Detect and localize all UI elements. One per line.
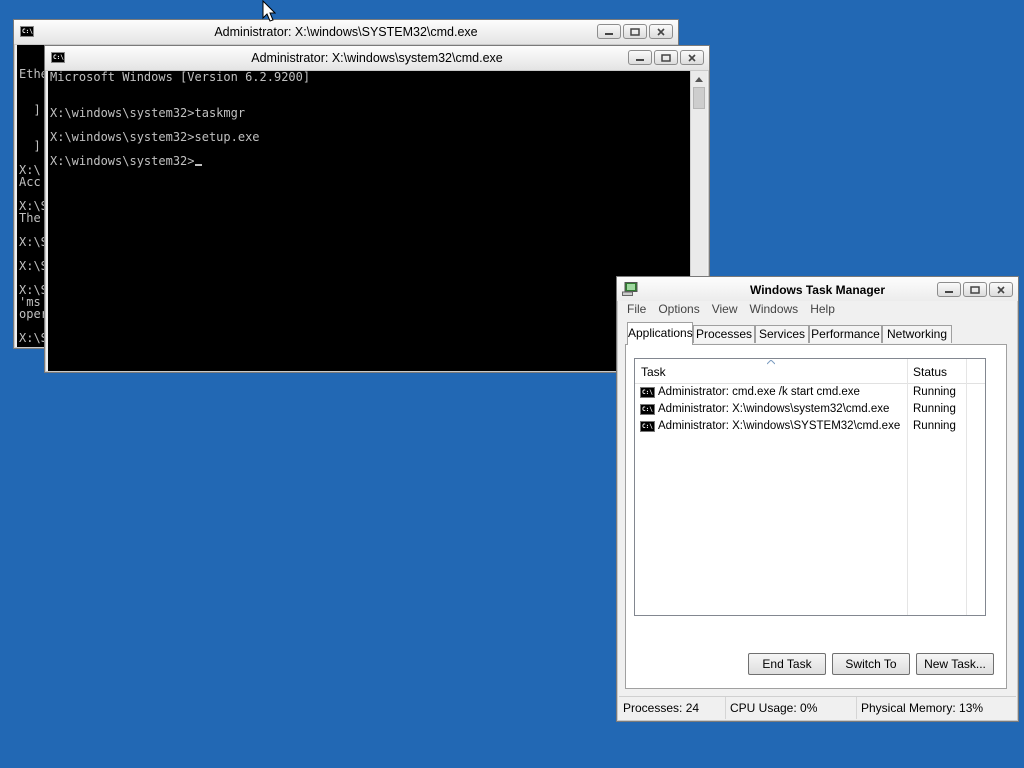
task-list[interactable]: Task Status C:\ Administrator: cmd.exe /… (634, 358, 986, 616)
console-prompt: X:\windows\system32> (50, 154, 195, 168)
front-cmd-titlebar[interactable]: C:\ Administrator: X:\windows\system32\c… (45, 46, 709, 71)
close-button[interactable] (649, 24, 673, 39)
close-icon (997, 285, 1005, 294)
scroll-thumb[interactable] (693, 87, 705, 109)
menu-help[interactable]: Help (804, 300, 841, 318)
cmd-icon: C:\ (640, 404, 655, 415)
minimize-icon (945, 290, 953, 293)
status-bar: Processes: 24 CPU Usage: 0% Physical Mem… (619, 696, 1016, 719)
console-line: ] (19, 139, 41, 153)
console-output[interactable]: Microsoft Windows [Version 6.2.9200] X:\… (48, 71, 690, 371)
list-header: Task Status (635, 359, 985, 384)
minimize-icon (605, 32, 613, 35)
task-name: Administrator: X:\windows\system32\cmd.e… (658, 403, 890, 415)
end-task-button[interactable]: End Task (748, 653, 826, 675)
minimize-button[interactable] (937, 282, 961, 297)
maximize-icon (970, 285, 980, 294)
task-status: Running (913, 386, 956, 398)
task-name: Administrator: cmd.exe /k start cmd.exe (658, 386, 860, 398)
close-button[interactable] (680, 50, 704, 65)
window-title: Administrator: X:\windows\SYSTEM32\cmd.e… (214, 25, 478, 39)
status-memory: Physical Memory: 13% (861, 701, 984, 715)
console-prompt-line[interactable]: X:\windows\system32> (50, 155, 202, 167)
menu-options[interactable]: Options (652, 300, 705, 318)
task-manager-window[interactable]: Windows Task Manager File Options View W… (616, 276, 1019, 722)
cmd-icon: C:\ (640, 387, 655, 398)
menu-windows[interactable]: Windows (744, 300, 805, 318)
table-row[interactable]: C:\ Administrator: X:\windows\SYSTEM32\c… (639, 418, 981, 435)
table-row[interactable]: C:\ Administrator: cmd.exe /k start cmd.… (639, 384, 981, 401)
close-icon (688, 53, 696, 62)
front-cmd-window[interactable]: C:\ Administrator: X:\windows\system32\c… (44, 45, 710, 373)
console-line: X:\windows\system32>taskmgr (50, 106, 246, 120)
close-icon (657, 27, 665, 36)
status-cpu: CPU Usage: 0% (726, 697, 857, 719)
tab-networking[interactable]: Networking (882, 325, 952, 343)
new-task-button[interactable]: New Task... (916, 653, 994, 675)
close-button[interactable] (989, 282, 1013, 297)
tab-processes[interactable]: Processes (693, 325, 755, 343)
sort-arrow-icon (767, 360, 775, 365)
maximize-icon (661, 53, 671, 62)
minimize-button[interactable] (628, 50, 652, 65)
scroll-up-icon (695, 76, 703, 82)
maximize-button[interactable] (623, 24, 647, 39)
switch-to-button[interactable]: Switch To (832, 653, 910, 675)
menu-bar: File Options View Windows Help (621, 300, 841, 318)
console-line: X:\windows\system32>setup.exe (50, 130, 260, 144)
minimize-button[interactable] (597, 24, 621, 39)
console-line: ] (19, 103, 41, 117)
task-manager-titlebar[interactable]: Windows Task Manager (617, 277, 1018, 301)
scroll-up-arrow[interactable] (691, 71, 707, 87)
task-status: Running (913, 420, 956, 432)
menu-file[interactable]: File (621, 300, 652, 318)
maximize-icon (630, 27, 640, 36)
tab-performance[interactable]: Performance (809, 325, 882, 343)
mouse-pointer-icon (262, 0, 277, 25)
minimize-icon (636, 58, 644, 61)
maximize-button[interactable] (963, 282, 987, 297)
tab-applications[interactable]: Applications (627, 322, 693, 345)
task-status: Running (913, 403, 956, 415)
column-header-status[interactable]: Status (907, 359, 983, 383)
console-line: Acc (19, 175, 41, 189)
console-line: The (19, 211, 41, 225)
text-cursor (194, 164, 202, 166)
status-processes: Processes: 24 (619, 697, 726, 719)
window-title: Administrator: X:\windows\system32\cmd.e… (251, 51, 503, 65)
back-cmd-titlebar[interactable]: C:\ Administrator: X:\windows\SYSTEM32\c… (14, 20, 678, 45)
menu-view[interactable]: View (706, 300, 744, 318)
console-line: Microsoft Windows [Version 6.2.9200] (50, 71, 311, 84)
maximize-button[interactable] (654, 50, 678, 65)
task-name: Administrator: X:\windows\SYSTEM32\cmd.e… (658, 420, 901, 432)
table-row[interactable]: C:\ Administrator: X:\windows\system32\c… (639, 401, 981, 418)
tab-services[interactable]: Services (755, 325, 809, 343)
cmd-icon: C:\ (640, 421, 655, 432)
